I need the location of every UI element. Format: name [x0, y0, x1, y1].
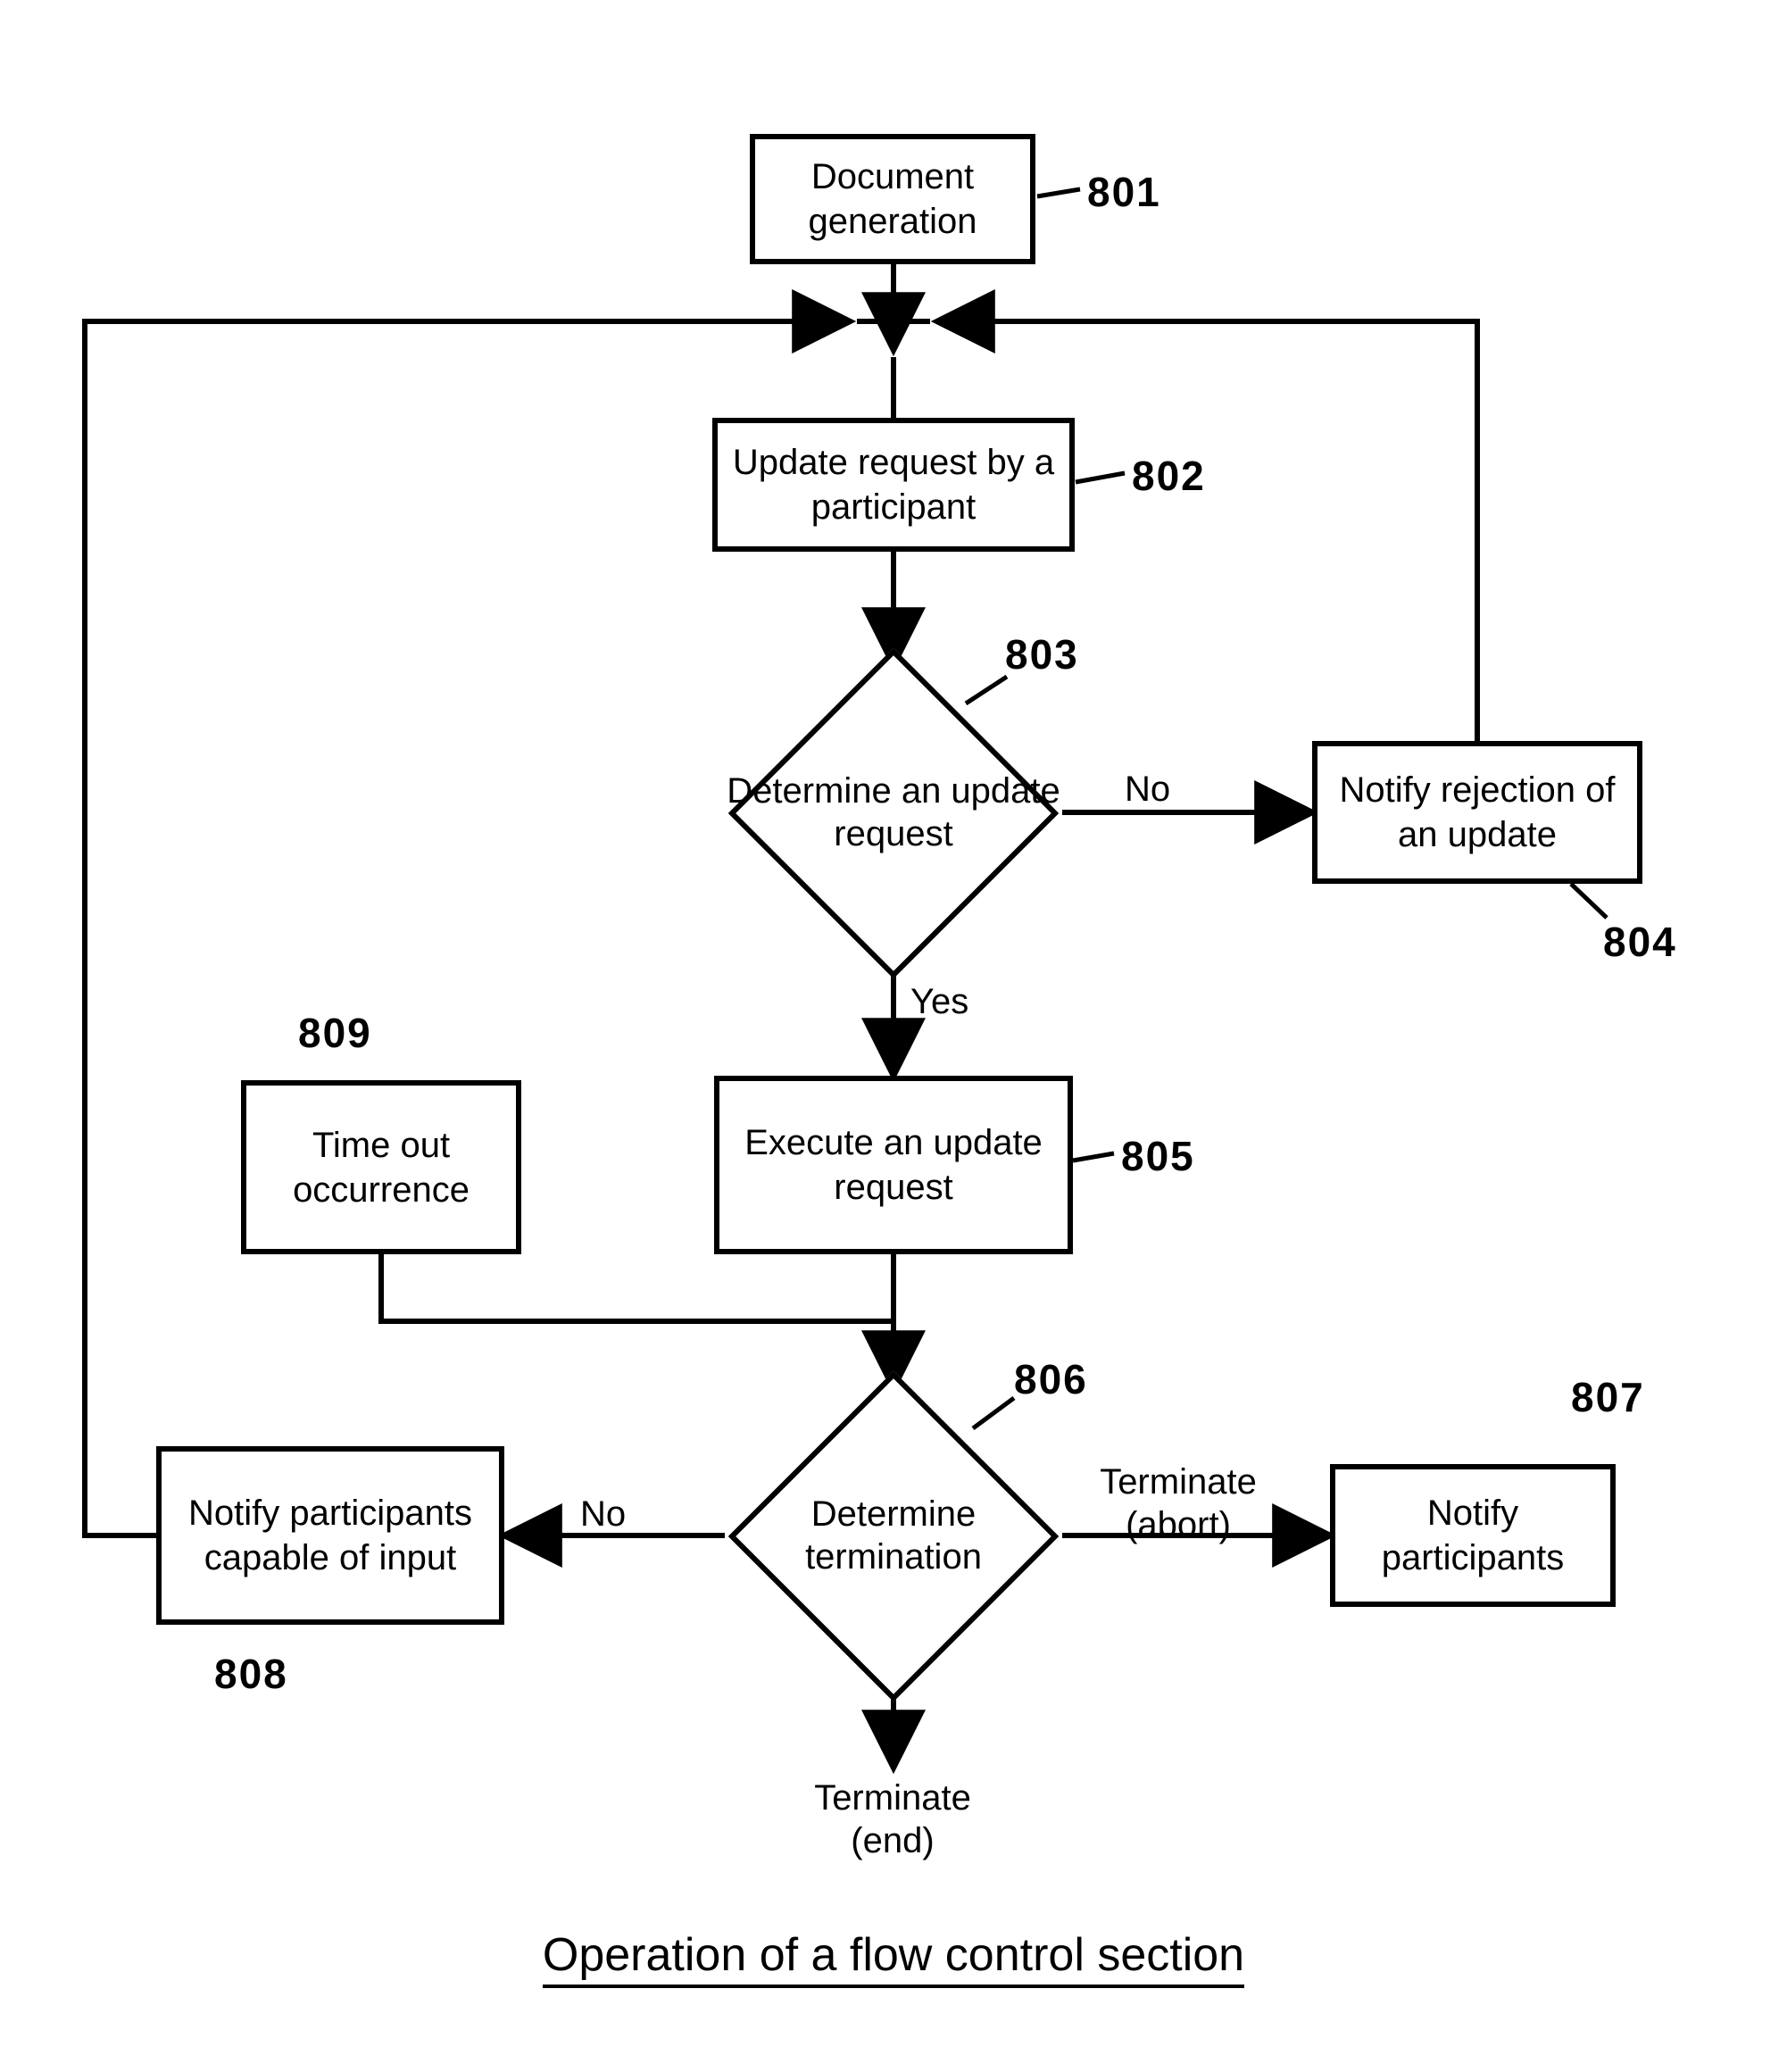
diagram-caption: Operation of a flow control section: [0, 1928, 1787, 1982]
ref-802: 802: [1132, 452, 1206, 500]
node-update-request: Update request by a participant: [712, 418, 1075, 552]
ref-801: 801: [1087, 168, 1161, 216]
edge-label-806-end: Terminate (end): [803, 1777, 982, 1862]
ref-809: 809: [298, 1009, 372, 1057]
ref-805: 805: [1121, 1132, 1195, 1180]
edge-label-806-abort: Terminate (abort): [1071, 1460, 1285, 1546]
edge-label-803-no: No: [1125, 768, 1170, 811]
ref-806: 806: [1014, 1355, 1088, 1403]
flowchart-canvas: Document generation 801 Update request b…: [0, 0, 1787, 2072]
ref-808: 808: [214, 1650, 288, 1698]
ref-807: 807: [1571, 1373, 1645, 1421]
edge-label-803-yes: Yes: [910, 980, 968, 1023]
node-notify-participants: Notify participants: [1330, 1464, 1616, 1607]
edge-label-806-no: No: [580, 1493, 626, 1535]
node-notify-rejection: Notify rejection of an update: [1312, 741, 1642, 884]
ref-803: 803: [1005, 630, 1079, 678]
node-notify-capable-input: Notify participants capable of input: [156, 1446, 504, 1625]
node-timeout: Time out occurrence: [241, 1080, 521, 1254]
connector-lines: [0, 0, 1787, 2072]
decision-termination-label: Determine termination: [723, 1402, 1064, 1669]
diagram-caption-text: Operation of a flow control section: [543, 1929, 1244, 1988]
node-document-generation: Document generation: [750, 134, 1035, 264]
decision-update-request-label: Determine an update request: [723, 678, 1064, 946]
ref-804: 804: [1603, 918, 1677, 966]
node-execute-update: Execute an update request: [714, 1076, 1073, 1254]
